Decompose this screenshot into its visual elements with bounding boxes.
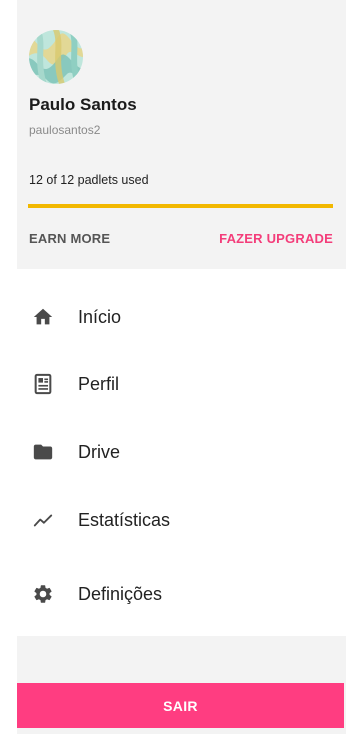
- menu-item-perfil[interactable]: Perfil: [17, 356, 346, 412]
- gear-icon: [32, 583, 54, 605]
- menu-item-definicoes[interactable]: Definições: [17, 566, 346, 622]
- padlet-usage-fill: [28, 204, 333, 208]
- drawer-footer: SAIR: [17, 636, 346, 734]
- trending-up-icon: [32, 509, 54, 531]
- account-panel: Paulo Santos paulosantos2 12 of 12 padle…: [17, 0, 346, 269]
- padlet-usage-text: 12 of 12 padlets used: [29, 173, 149, 187]
- menu-item-label: Início: [78, 306, 122, 327]
- avatar[interactable]: [29, 30, 83, 84]
- menu-item-label: Definições: [78, 583, 163, 604]
- avatar-image: [29, 30, 83, 84]
- home-icon: [32, 306, 54, 328]
- menu-item-estatisticas[interactable]: Estatísticas: [17, 492, 346, 548]
- user-name: Paulo Santos: [29, 95, 137, 114]
- padlet-usage-bar: [28, 204, 333, 208]
- menu-item-label: Perfil: [78, 373, 120, 394]
- upgrade-link[interactable]: FAZER UPGRADE: [219, 231, 333, 246]
- earn-more-link[interactable]: EARN MORE: [29, 231, 110, 246]
- navigation-drawer: Paulo Santos paulosantos2 12 of 12 padle…: [0, 0, 346, 734]
- user-handle: paulosantos2: [29, 123, 101, 137]
- menu-item-inicio[interactable]: Início: [17, 289, 346, 345]
- logout-button[interactable]: SAIR: [17, 683, 344, 728]
- menu-item-label: Drive: [78, 441, 121, 462]
- menu-item-label: Estatísticas: [78, 509, 171, 530]
- profile-card-icon: [32, 373, 54, 395]
- menu-item-drive[interactable]: Drive: [17, 424, 346, 480]
- folder-icon: [32, 441, 54, 463]
